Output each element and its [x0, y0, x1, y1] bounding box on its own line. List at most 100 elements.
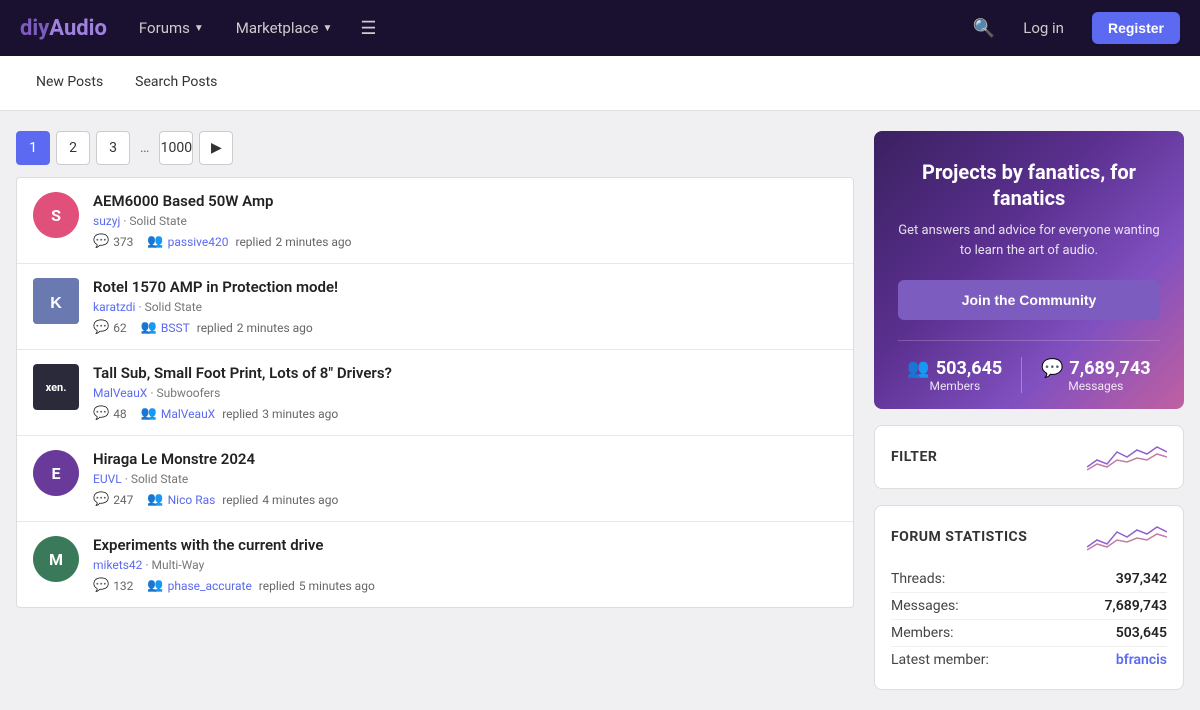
members-row: 👥 503,645 [907, 358, 1002, 379]
thread-title[interactable]: Rotel 1570 AMP in Protection mode! [93, 278, 837, 296]
members-label: Members [907, 379, 1002, 393]
join-community-button[interactable]: Join the Community [898, 280, 1160, 320]
search-posts-link[interactable]: Search Posts [119, 56, 233, 110]
thread-title[interactable]: Experiments with the current drive [93, 536, 837, 554]
new-posts-link[interactable]: New Posts [20, 56, 119, 110]
next-page-button[interactable]: ▶ [199, 131, 233, 165]
thread-category[interactable]: Solid State [145, 300, 202, 314]
logo-audio: Audio [49, 16, 107, 41]
last-reply-info: 👥 passive420 replied 2 minutes ago [147, 234, 351, 249]
thread-stats: 💬 373 👥 passive420 replied 2 minutes ago [93, 234, 837, 249]
replied-text: replied [233, 235, 272, 249]
thread-category[interactable]: Subwoofers [156, 386, 220, 400]
last-reply-info: 👥 phase_accurate replied 5 minutes ago [147, 578, 374, 593]
users-icon: 👥 [147, 492, 163, 507]
sub-navigation: New Posts Search Posts [0, 56, 1200, 111]
reply-number: 247 [113, 493, 133, 507]
page-2-button[interactable]: 2 [56, 131, 90, 165]
pagination: 1 2 3 … 1000 ▶ [16, 131, 854, 165]
last-reply-user[interactable]: Nico Ras [168, 493, 216, 507]
marketplace-nav-item[interactable]: Marketplace ▼ [228, 13, 341, 43]
users-icon: 👥 [141, 406, 157, 421]
last-reply-info: 👥 BSST replied 2 minutes ago [141, 320, 313, 335]
thread-stats: 💬 48 👥 MalVeauX replied 3 minutes ago [93, 406, 837, 421]
stats-title-text: FORUM STATISTICS [891, 529, 1027, 545]
reply-number: 132 [113, 579, 133, 593]
thread-list: S AEM6000 Based 50W Amp suzyj · Solid St… [16, 177, 854, 608]
reply-count: 💬 373 [93, 234, 133, 249]
last-reply-user[interactable]: passive420 [168, 235, 229, 249]
forums-nav-item[interactable]: Forums ▼ [131, 13, 212, 43]
avatar-image: K [33, 278, 79, 324]
site-logo[interactable]: diyAudio [20, 16, 107, 41]
search-icon[interactable]: 🔍 [973, 18, 995, 39]
messages-label: Messages: [891, 598, 959, 614]
comment-icon: 💬 [93, 578, 109, 593]
page-1000-button[interactable]: 1000 [159, 131, 193, 165]
list-nav-icon[interactable]: ☰ [360, 18, 376, 39]
page-dots: … [136, 140, 153, 156]
thread-category[interactable]: Solid State [129, 214, 186, 228]
thread-list-column: 1 2 3 … 1000 ▶ S AEM6000 Based 50W Amp s… [16, 131, 854, 690]
comment-icon: 💬 [93, 320, 109, 335]
replied-text: replied [194, 321, 233, 335]
thread-meta: EUVL · Solid State [93, 472, 837, 486]
thread-body: AEM6000 Based 50W Amp suzyj · Solid Stat… [93, 192, 837, 249]
reply-number: 373 [113, 235, 133, 249]
comment-icon: 💬 [93, 492, 109, 507]
thread-meta: mikets42 · Multi-Way [93, 558, 837, 572]
thread-author[interactable]: suzyj [93, 214, 120, 228]
page-1-button[interactable]: 1 [16, 131, 50, 165]
table-row: M Experiments with the current drive mik… [17, 522, 853, 607]
thread-author[interactable]: EUVL [93, 472, 122, 486]
members-stat: 👥 503,645 Members [907, 358, 1002, 393]
reply-count: 💬 132 [93, 578, 133, 593]
members-icon: 👥 [907, 358, 929, 379]
page-3-button[interactable]: 3 [96, 131, 130, 165]
thread-title[interactable]: Tall Sub, Small Foot Print, Lots of 8" D… [93, 364, 837, 382]
latest-member-label: Latest member: [891, 652, 989, 668]
replied-text: replied [219, 407, 258, 421]
users-icon: 👥 [147, 578, 163, 593]
replied-text: replied [219, 493, 258, 507]
members-count: 503,645 [936, 358, 1002, 379]
stats-threads-row: Threads: 397,342 [891, 566, 1167, 593]
reply-time: 4 minutes ago [262, 493, 338, 507]
reply-number: 62 [113, 321, 127, 335]
reply-count: 💬 247 [93, 492, 133, 507]
thread-stats: 💬 62 👥 BSST replied 2 minutes ago [93, 320, 837, 335]
users-icon: 👥 [147, 234, 163, 249]
login-link[interactable]: Log in [1023, 19, 1064, 37]
forums-label: Forums [139, 19, 190, 37]
thread-author[interactable]: mikets42 [93, 558, 142, 572]
thread-author[interactable]: karatzdi [93, 300, 135, 314]
avatar: xen. [33, 364, 79, 410]
thread-body: Rotel 1570 AMP in Protection mode! karat… [93, 278, 837, 335]
reply-count: 💬 48 [93, 406, 127, 421]
last-reply-user[interactable]: BSST [161, 321, 190, 335]
register-button[interactable]: Register [1092, 12, 1180, 44]
stats-members-row: Members: 503,645 [891, 620, 1167, 647]
thread-body: Experiments with the current drive miket… [93, 536, 837, 593]
latest-member-link[interactable]: bfrancis [1116, 652, 1167, 668]
reply-time: 2 minutes ago [237, 321, 313, 335]
comment-icon: 💬 [93, 234, 109, 249]
thread-category[interactable]: Solid State [131, 472, 188, 486]
comment-icon: 💬 [93, 406, 109, 421]
marketplace-label: Marketplace [236, 19, 319, 37]
reply-time: 5 minutes ago [299, 579, 375, 593]
thread-category[interactable]: Multi-Way [152, 558, 205, 572]
thread-author[interactable]: MalVeauX [93, 386, 147, 400]
messages-count: 7,689,743 [1069, 358, 1150, 379]
thread-title[interactable]: Hiraga Le Monstre 2024 [93, 450, 837, 468]
thread-meta: MalVeauX · Subwoofers [93, 386, 837, 400]
messages-value: 7,689,743 [1104, 598, 1167, 614]
last-reply-user[interactable]: MalVeauX [161, 407, 215, 421]
thread-title[interactable]: AEM6000 Based 50W Amp [93, 192, 837, 210]
thread-body: Hiraga Le Monstre 2024 EUVL · Solid Stat… [93, 450, 837, 507]
users-icon: 👥 [141, 320, 157, 335]
stats-chart [1087, 522, 1167, 552]
last-reply-user[interactable]: phase_accurate [168, 579, 252, 593]
thread-meta: suzyj · Solid State [93, 214, 837, 228]
filter-header: FILTER [891, 442, 1167, 472]
